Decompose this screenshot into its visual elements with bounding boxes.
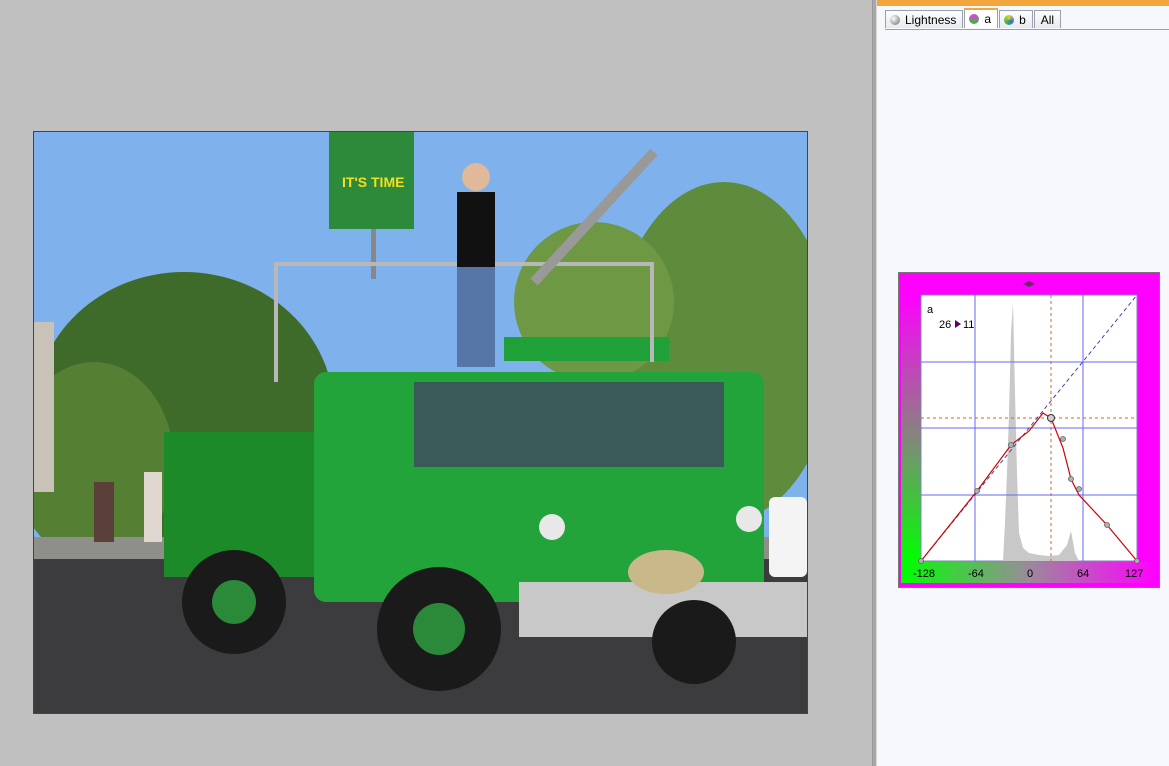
tab-label: Lightness bbox=[905, 12, 957, 27]
tick-label: 64 bbox=[1077, 568, 1089, 580]
tick-label: -64 bbox=[968, 568, 984, 580]
slider-arrows-icon[interactable] bbox=[1023, 281, 1035, 287]
tab-a[interactable]: a bbox=[964, 8, 999, 28]
photo-image: IT'S TIME bbox=[34, 132, 807, 713]
curve-editor[interactable]: a 26 11 -128 -64 0 64 127 bbox=[898, 272, 1160, 588]
channel-label: a bbox=[927, 304, 934, 316]
readout-in: 26 bbox=[939, 319, 951, 331]
tab-label: All bbox=[1040, 12, 1055, 27]
tab-b[interactable]: b bbox=[999, 10, 1033, 28]
readout-out: 11 bbox=[963, 319, 974, 331]
tab-underline bbox=[885, 29, 1169, 30]
b-channel-sphere-icon bbox=[1004, 14, 1015, 25]
svg-text:IT'S TIME: IT'S TIME bbox=[342, 174, 404, 190]
panel-header-bar bbox=[877, 0, 1169, 6]
tick-label: 127 bbox=[1125, 568, 1143, 580]
tab-all[interactable]: All bbox=[1033, 10, 1062, 28]
lightness-sphere-icon bbox=[890, 14, 900, 25]
a-channel-sphere-icon bbox=[969, 14, 980, 24]
tab-label: b bbox=[1019, 12, 1026, 27]
tab-label: a bbox=[984, 12, 992, 26]
active-control-point[interactable] bbox=[1047, 414, 1055, 422]
tick-label: 0 bbox=[1027, 568, 1033, 580]
photo[interactable]: IT'S TIME bbox=[33, 131, 808, 714]
channel-tabs: Lightness a b All bbox=[885, 8, 1062, 30]
curve-graph[interactable]: a 26 11 -128 -64 0 64 127 bbox=[899, 273, 1159, 587]
image-canvas[interactable]: IT'S TIME bbox=[0, 0, 872, 766]
tab-lightness[interactable]: Lightness bbox=[885, 10, 964, 28]
tick-label: -128 bbox=[913, 568, 935, 580]
